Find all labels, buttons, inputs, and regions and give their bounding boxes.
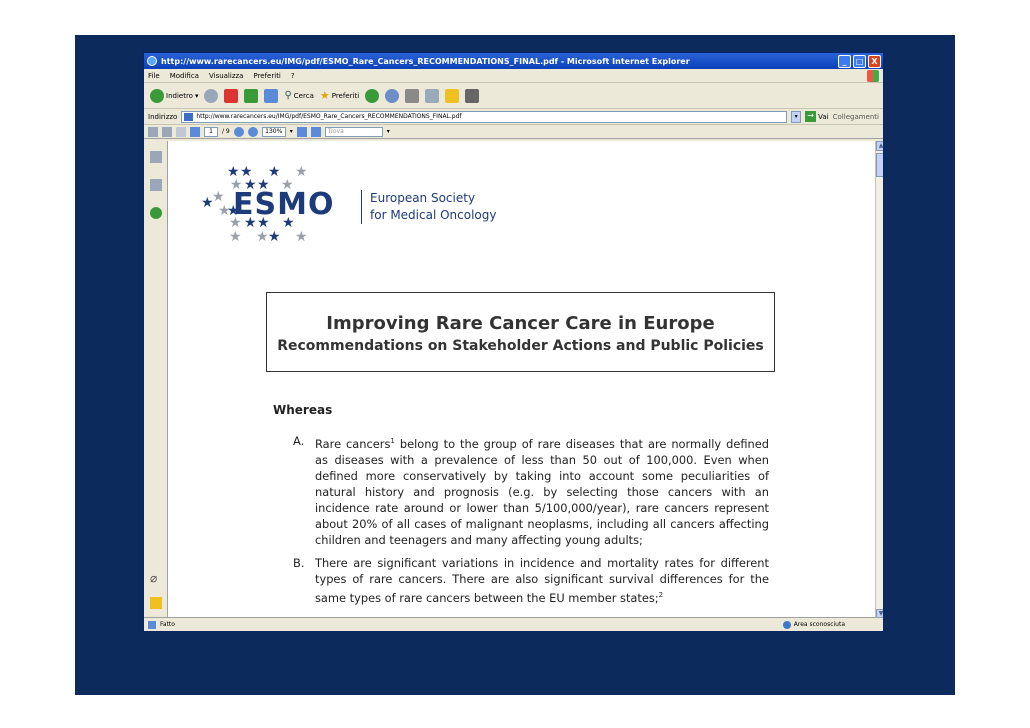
address-input[interactable]: http://www.rarecancers.eu/IMG/pdf/ESMO_R… (181, 110, 788, 123)
search-button[interactable]: ⚲ Cerca (284, 90, 313, 101)
status-text: Fatto (160, 621, 175, 628)
pages-icon[interactable] (150, 151, 162, 163)
go-button[interactable]: → Vai (805, 111, 829, 122)
esmo-logo-text: ESMO (233, 187, 335, 222)
go-arrow-icon: → (805, 111, 817, 122)
paragraph-b: B. There are significant variations in i… (293, 555, 769, 606)
address-dropdown[interactable]: ▾ (791, 110, 802, 123)
logo-star: ★ (256, 229, 269, 245)
pdf-toolbar: 1 / 9 130% ▾ Trova ▾ (144, 125, 883, 139)
status-bar: Fatto Area sconosciuta (144, 617, 883, 631)
star-icon: ★ (319, 89, 330, 102)
paragraph-a: A. Rare cancers1 belong to the group of … (293, 433, 769, 548)
fit-width-icon[interactable] (310, 126, 321, 137)
back-button[interactable]: Indietro ▾ (150, 88, 199, 103)
prev-page-icon[interactable] (176, 126, 186, 137)
maximize-button[interactable]: □ (853, 54, 866, 68)
research-icon[interactable] (465, 88, 480, 103)
footnote-2: 2 (658, 591, 664, 599)
document-title: Improving Rare Cancer Care in Europe (326, 313, 715, 334)
zoom-out-icon[interactable] (233, 126, 244, 137)
scroll-thumb[interactable] (876, 153, 883, 177)
globe-icon (782, 620, 791, 629)
zoom-in-icon[interactable] (247, 126, 258, 137)
mail-icon[interactable] (385, 88, 400, 103)
address-bar: Indirizzo http://www.rarecancers.eu/IMG/… (144, 109, 883, 125)
logo-star: ★ (295, 164, 308, 180)
fit-page-icon[interactable] (296, 126, 307, 137)
favorites-label: Preferiti (331, 91, 360, 100)
vertical-scrollbar[interactable]: ▲ ▼ (875, 141, 883, 619)
scroll-up-arrow[interactable]: ▲ (876, 141, 883, 151)
logo-subtitle-line2: for Medical Oncology (370, 208, 497, 222)
home-icon[interactable] (264, 88, 279, 103)
zone-text: Area sconosciuta (793, 621, 845, 628)
bookmarks-icon[interactable] (150, 179, 162, 191)
title-bar: http://www.rarecancers.eu/IMG/pdf/ESMO_R… (144, 53, 883, 69)
logo-star: ★ (229, 229, 242, 245)
history-icon[interactable] (365, 88, 380, 103)
search-icon: ⚲ (284, 90, 292, 101)
help-icon[interactable] (150, 207, 162, 219)
find-dropdown-icon[interactable]: ▾ (387, 128, 390, 135)
whereas-heading: Whereas (273, 403, 333, 417)
paragraph-a-start: Rare cancers (315, 436, 391, 451)
folder-icon[interactable] (445, 88, 460, 103)
chevron-down-icon[interactable]: ▾ (195, 92, 199, 100)
ie-icon (147, 56, 157, 66)
paragraph-a-text: belong to the group of rare diseases tha… (315, 436, 769, 547)
back-arrow-icon (150, 88, 164, 103)
stop-icon[interactable] (224, 88, 239, 103)
windows-logo-icon (867, 70, 879, 82)
back-label: Indietro (166, 91, 193, 100)
minimize-button[interactable]: _ (838, 54, 851, 68)
pdf-side-panel: ⌀ (144, 141, 168, 619)
page-number-input[interactable]: 1 (204, 126, 218, 137)
go-label: Vai (818, 112, 829, 121)
paragraph-b-letter: B. (293, 556, 305, 570)
menu-edit[interactable]: Modifica (170, 72, 199, 80)
logo-star: ★ (295, 229, 308, 245)
page-total: / 9 (222, 128, 230, 135)
browser-toolbar: Indietro ▾ ⚲ Cerca ★ Preferiti (144, 83, 883, 109)
security-zone: Area sconosciuta (782, 620, 845, 629)
favorites-button[interactable]: ★ Preferiti (320, 89, 359, 102)
attachment-icon[interactable]: ⌀ (150, 571, 162, 585)
forward-button[interactable] (204, 88, 219, 103)
close-button[interactable]: X (868, 54, 881, 68)
menu-view[interactable]: Visualizza (209, 72, 243, 80)
logo-divider (361, 190, 362, 224)
logo-star: ★ (212, 189, 225, 205)
status-page-icon (148, 620, 156, 629)
print-icon[interactable] (405, 88, 420, 103)
page-icon (184, 112, 194, 121)
save-icon[interactable] (162, 126, 172, 137)
zoom-select[interactable]: 130% (261, 126, 286, 137)
document-title-box: Improving Rare Cancer Care in Europe Rec… (266, 292, 775, 372)
logo-star: ★ (201, 195, 214, 211)
window-title: http://www.rarecancers.eu/IMG/pdf/ESMO_R… (161, 56, 690, 66)
document-subtitle: Recommendations on Stakeholder Actions a… (277, 338, 764, 354)
paragraph-b-text: There are significant variations in inci… (315, 556, 769, 605)
menu-file[interactable]: File (148, 72, 160, 80)
address-label: Indirizzo (148, 112, 178, 121)
menu-help[interactable]: ? (291, 72, 295, 80)
find-input[interactable]: Trova (324, 126, 383, 137)
address-url: http://www.rarecancers.eu/IMG/pdf/ESMO_R… (196, 112, 462, 120)
menu-favorites[interactable]: Preferiti (253, 72, 280, 80)
refresh-icon[interactable] (244, 88, 259, 103)
print-icon[interactable] (148, 126, 158, 137)
zoom-dropdown-icon[interactable]: ▾ (290, 128, 293, 135)
links-label[interactable]: Collegamenti (833, 113, 879, 121)
logo-star: ★ (268, 164, 281, 180)
comments-icon[interactable] (150, 597, 162, 609)
paragraph-a-letter: A. (293, 434, 305, 448)
menu-bar: File Modifica Visualizza Preferiti ? (144, 69, 883, 83)
edit-icon[interactable] (425, 88, 440, 103)
logo-subtitle-line1: European Society (370, 191, 476, 205)
search-label: Cerca (293, 91, 314, 100)
next-page-icon[interactable] (190, 126, 200, 137)
logo-star: ★ (268, 229, 281, 245)
